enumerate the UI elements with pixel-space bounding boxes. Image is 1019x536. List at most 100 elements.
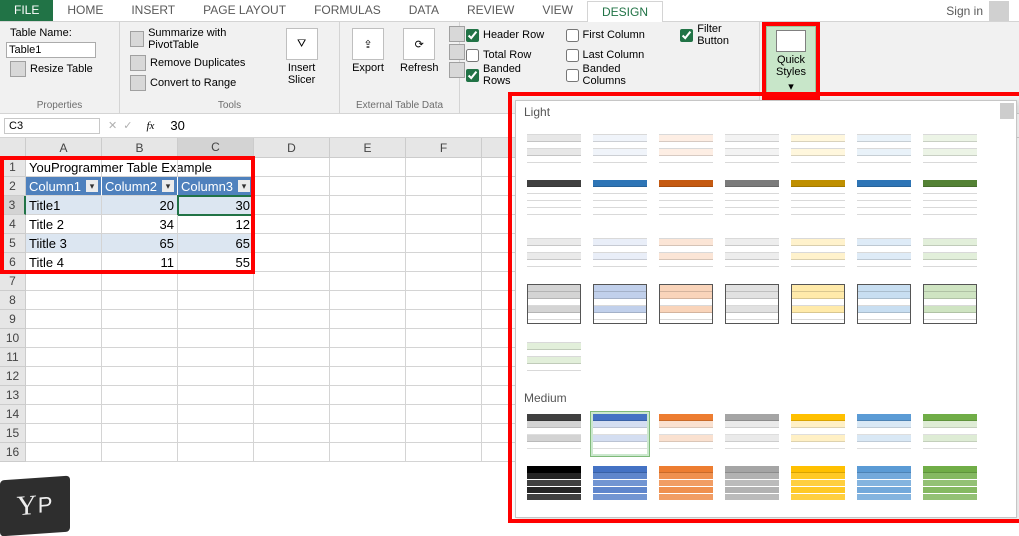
cell[interactable] xyxy=(406,329,482,348)
style-thumb[interactable] xyxy=(722,125,782,171)
style-thumb[interactable] xyxy=(920,281,980,327)
select-all-corner[interactable] xyxy=(0,138,26,158)
style-thumb[interactable] xyxy=(854,281,914,327)
cell[interactable] xyxy=(406,272,482,291)
row-header-8[interactable]: 8 xyxy=(0,291,26,310)
filter-dropdown-icon[interactable]: ▾ xyxy=(86,180,98,192)
filter-dropdown-icon[interactable]: ▾ xyxy=(238,180,250,192)
cell[interactable] xyxy=(102,158,178,177)
style-thumb[interactable] xyxy=(854,411,914,457)
row-header-13[interactable]: 13 xyxy=(0,386,26,405)
col-header-A[interactable]: A xyxy=(26,138,102,158)
style-thumb[interactable] xyxy=(920,229,980,275)
style-thumb[interactable] xyxy=(722,281,782,327)
cell[interactable] xyxy=(102,272,178,291)
style-thumb[interactable] xyxy=(656,463,716,509)
cell[interactable] xyxy=(406,234,482,253)
chk-bandedrows[interactable]: Banded Rows xyxy=(466,66,548,84)
cell[interactable] xyxy=(26,272,102,291)
row-header-16[interactable]: 16 xyxy=(0,443,26,462)
cell[interactable] xyxy=(102,424,178,443)
row-header-3[interactable]: 3 xyxy=(0,196,26,215)
cell[interactable] xyxy=(330,291,406,310)
enter-icon[interactable]: ✓ xyxy=(123,119,132,132)
style-thumb[interactable] xyxy=(722,411,782,457)
row-header-1[interactable]: 1 xyxy=(0,158,26,177)
cell[interactable] xyxy=(178,158,254,177)
cell[interactable] xyxy=(102,443,178,462)
cell[interactable] xyxy=(26,367,102,386)
cell[interactable] xyxy=(406,215,482,234)
fx-icon[interactable]: fx xyxy=(146,120,154,132)
cell[interactable] xyxy=(254,272,330,291)
cell[interactable] xyxy=(102,405,178,424)
style-thumb[interactable] xyxy=(590,281,650,327)
cell[interactable] xyxy=(26,424,102,443)
style-thumb[interactable] xyxy=(590,229,650,275)
cell[interactable]: YouProgrammer Table Example xyxy=(26,158,102,177)
chk-filterbutton[interactable]: Filter Button xyxy=(680,26,753,44)
row-header-5[interactable]: 5 xyxy=(0,234,26,253)
cell[interactable] xyxy=(330,386,406,405)
cell[interactable] xyxy=(406,443,482,462)
style-thumb[interactable] xyxy=(788,281,848,327)
cell[interactable]: Column2▾ xyxy=(102,177,178,196)
cell[interactable] xyxy=(406,177,482,196)
resize-table-button[interactable]: Resize Table xyxy=(6,60,113,78)
cell[interactable] xyxy=(254,424,330,443)
row-header-4[interactable]: 4 xyxy=(0,215,26,234)
col-header-D[interactable]: D xyxy=(254,138,330,158)
chk-bandedcols[interactable]: Banded Columns xyxy=(566,66,663,84)
cell[interactable] xyxy=(406,424,482,443)
style-thumb[interactable] xyxy=(524,411,584,457)
cell[interactable] xyxy=(26,310,102,329)
style-thumb[interactable] xyxy=(524,463,584,509)
style-thumb[interactable] xyxy=(854,463,914,509)
cell[interactable] xyxy=(330,234,406,253)
cell[interactable] xyxy=(330,310,406,329)
cell[interactable] xyxy=(26,405,102,424)
style-thumb[interactable] xyxy=(590,411,650,457)
cell[interactable]: 55 xyxy=(178,253,254,272)
cell[interactable]: Column3▾ xyxy=(178,177,254,196)
insert-slicer-button[interactable]: ⛛ Insert Slicer xyxy=(270,26,333,92)
style-thumb[interactable] xyxy=(656,281,716,327)
tab-home[interactable]: HOME xyxy=(53,0,117,21)
style-thumb[interactable] xyxy=(920,125,980,171)
remove-duplicates-button[interactable]: Remove Duplicates xyxy=(126,54,266,72)
cell[interactable] xyxy=(330,158,406,177)
export-button[interactable]: ⇪ Export xyxy=(346,26,390,78)
style-thumb[interactable] xyxy=(656,125,716,171)
signin[interactable]: Sign in xyxy=(946,0,1019,21)
cell[interactable] xyxy=(254,348,330,367)
tab-review[interactable]: REVIEW xyxy=(453,0,528,21)
tab-design[interactable]: DESIGN xyxy=(587,1,663,22)
name-box[interactable] xyxy=(4,118,100,134)
style-thumb[interactable] xyxy=(524,125,584,171)
cell[interactable] xyxy=(254,405,330,424)
row-header-12[interactable]: 12 xyxy=(0,367,26,386)
style-thumb[interactable] xyxy=(590,177,650,223)
summarize-pivot-button[interactable]: Summarize with PivotTable xyxy=(126,26,266,52)
cell[interactable] xyxy=(178,291,254,310)
cell[interactable]: 34 xyxy=(102,215,178,234)
row-header-11[interactable]: 11 xyxy=(0,348,26,367)
tab-pagelayout[interactable]: PAGE LAYOUT xyxy=(189,0,300,21)
style-thumb[interactable] xyxy=(854,177,914,223)
cell[interactable] xyxy=(330,405,406,424)
cell[interactable] xyxy=(254,443,330,462)
style-thumb[interactable] xyxy=(920,463,980,509)
style-thumb[interactable] xyxy=(524,333,584,379)
cell[interactable] xyxy=(102,386,178,405)
cell[interactable] xyxy=(178,405,254,424)
style-thumb[interactable] xyxy=(722,229,782,275)
cell[interactable] xyxy=(254,253,330,272)
cell[interactable] xyxy=(254,158,330,177)
cell[interactable] xyxy=(254,177,330,196)
row-header-14[interactable]: 14 xyxy=(0,405,26,424)
style-thumb[interactable] xyxy=(788,229,848,275)
cell[interactable] xyxy=(330,367,406,386)
cell[interactable] xyxy=(254,291,330,310)
cell[interactable] xyxy=(406,291,482,310)
cell[interactable] xyxy=(26,329,102,348)
